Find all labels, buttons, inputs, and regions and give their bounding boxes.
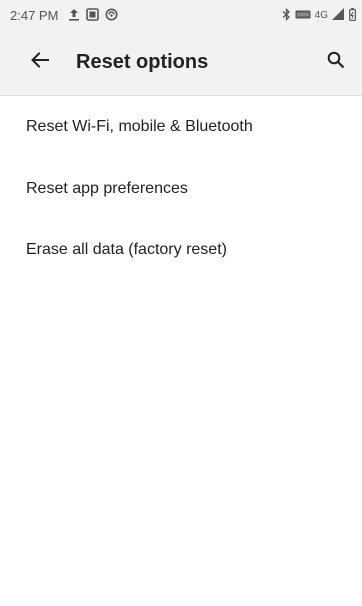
factory-reset-item[interactable]: Erase all data (factory reset) — [0, 219, 362, 280]
status-left-icons — [68, 7, 118, 23]
page-title: Reset options — [76, 51, 209, 73]
signal-icon — [332, 8, 345, 22]
list-item-label: Reset app preferences — [26, 179, 188, 197]
status-right-icons: 4G — [282, 7, 356, 23]
back-button[interactable] — [12, 35, 68, 91]
status-time: 2:47 PM — [10, 7, 59, 23]
bluetooth-icon — [282, 7, 291, 23]
volte-icon — [295, 9, 311, 21]
reset-wifi-mobile-bluetooth-item[interactable]: Reset Wi-Fi, mobile & Bluetooth — [0, 96, 362, 158]
upload-icon — [68, 8, 80, 23]
reset-options-list: Reset Wi-Fi, mobile & Bluetooth Reset ap… — [0, 96, 362, 280]
list-item-label: Erase all data (factory reset) — [26, 240, 227, 258]
app-bar: Reset options — [0, 30, 362, 96]
list-item-label: Reset Wi-Fi, mobile & Bluetooth — [26, 118, 253, 135]
battery-icon — [349, 7, 356, 23]
gallery-icon — [86, 7, 100, 23]
vpn-icon — [105, 8, 118, 23]
arrow-left-icon — [31, 52, 49, 73]
network-type-label: 4G — [314, 9, 328, 21]
status-bar: 2:47 PM 4G — [0, 0, 362, 30]
search-button[interactable] — [314, 41, 358, 85]
reset-app-preferences-item[interactable]: Reset app preferences — [0, 158, 362, 219]
search-icon — [327, 51, 345, 74]
